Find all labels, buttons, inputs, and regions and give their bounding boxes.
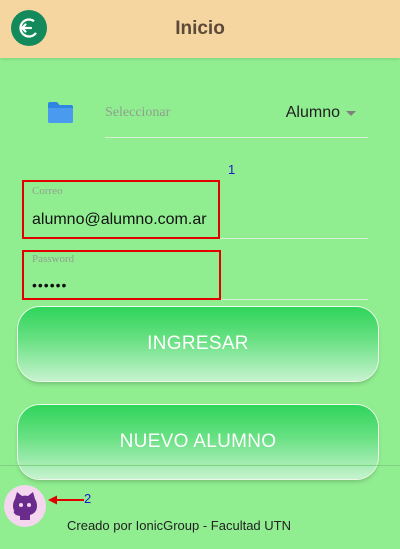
github-icon (13, 492, 37, 520)
profile-select[interactable]: Seleccionar Alumno (105, 95, 368, 138)
new-student-button[interactable]: NUEVO ALUMNO (18, 405, 378, 479)
annotation-marker-2: 2 (84, 491, 92, 506)
logout-button[interactable] (11, 10, 47, 46)
login-button[interactable]: INGRESAR (18, 307, 378, 381)
annotation-arrow-icon (48, 495, 84, 505)
email-field[interactable]: alumno@alumno.com.ar (32, 211, 207, 229)
email-label: Correo (32, 185, 63, 197)
logout-icon (19, 18, 39, 38)
footer-credit: Creado por IonicGroup - Facultad UTN (67, 518, 291, 533)
folder-icon (48, 102, 73, 123)
profile-select-value: Alumno (285, 104, 340, 121)
password-field[interactable]: •••••• (32, 277, 67, 293)
footer-divider (0, 465, 400, 466)
password-label: Password (32, 253, 75, 265)
annotation-marker-1: 1 (228, 162, 236, 177)
page-title: Inicio (175, 18, 225, 39)
github-avatar[interactable] (4, 485, 46, 527)
profile-select-placeholder: Seleccionar (105, 105, 171, 120)
app-header: Inicio (0, 0, 400, 58)
chevron-down-icon (346, 111, 356, 116)
